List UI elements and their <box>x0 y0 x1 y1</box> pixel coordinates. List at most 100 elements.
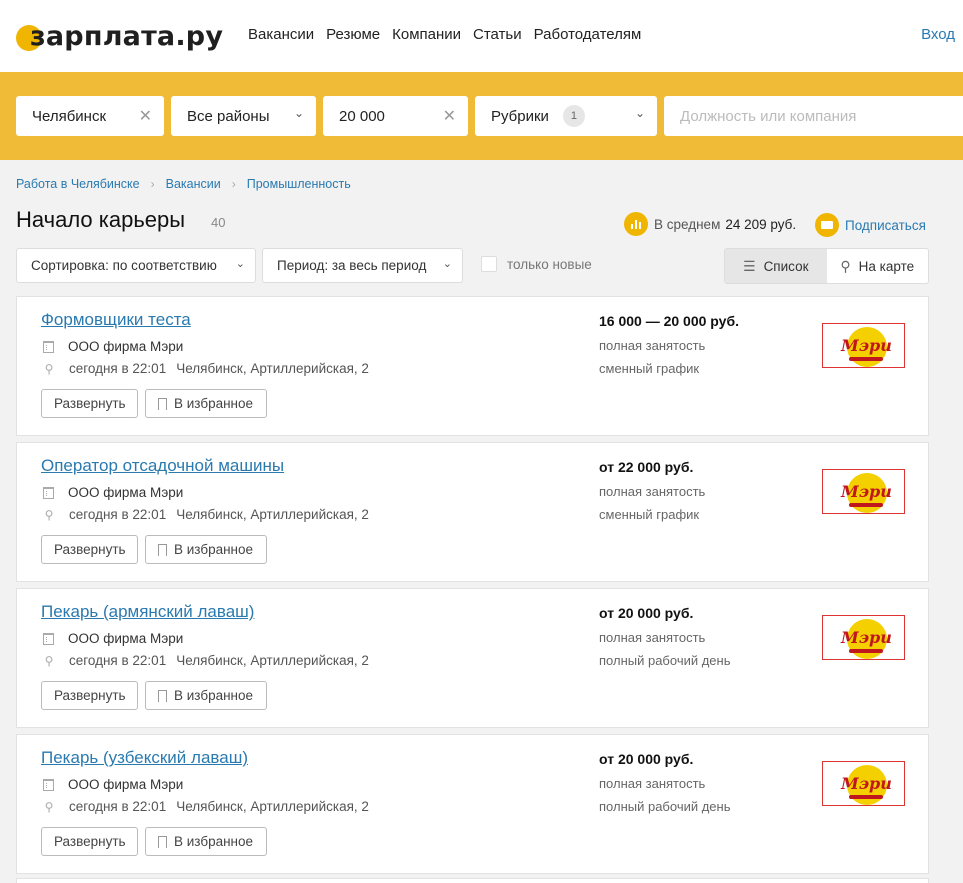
company-name[interactable]: ООО фирма Мэри <box>43 777 183 792</box>
average-value: 24 209 руб. <box>725 216 797 232</box>
chevron-down-icon: ⌄ <box>293 106 304 120</box>
login-link[interactable]: Вход <box>921 26 955 43</box>
only-new-label: только новые <box>507 256 592 272</box>
posted-time: сегодня в 22:01 <box>69 799 167 814</box>
clear-salary-icon[interactable]: ✕ <box>443 106 456 126</box>
average-salary: В среднем 24 209 руб. <box>624 212 796 236</box>
rubrics-count-badge: 1 <box>562 105 585 127</box>
site-logo[interactable]: зарплата.ру <box>16 20 223 52</box>
favorite-button[interactable]: В избранное <box>145 827 267 856</box>
city-value: Челябинск <box>32 107 107 125</box>
logo-text: зарплата.ру <box>30 20 224 52</box>
nav-resumes[interactable]: Резюме <box>326 26 380 43</box>
vacancy-title-link[interactable]: Оператор отсадочной машины <box>41 456 284 476</box>
breadcrumb-item[interactable]: Работа в Челябинске <box>16 177 140 191</box>
vacancy-meta: ⚲ сегодня в 22:01 Челябинск, Артиллерийска… <box>43 507 369 522</box>
expand-button[interactable]: Развернуть <box>41 535 138 564</box>
employment-type: полная занятость <box>599 484 706 499</box>
nav-companies[interactable]: Компании <box>392 26 461 43</box>
address: Челябинск, Артиллерийская, 2 <box>176 799 369 814</box>
sort-value: Сортировка: по соответствию <box>31 258 217 273</box>
company-label: ООО фирма Мэри <box>68 485 184 500</box>
view-map-label: На карте <box>858 258 915 274</box>
average-label: В среднем <box>654 216 721 232</box>
posted-time: сегодня в 22:01 <box>69 507 167 522</box>
sort-select[interactable]: Сортировка: по соответствию ⌄ <box>16 248 256 283</box>
only-new-checkbox[interactable]: только новые <box>481 256 592 272</box>
vacancy-meta: ⚲ сегодня в 22:01 Челябинск, Артиллерийска… <box>43 361 369 376</box>
vacancy-card: Пекарь (узбекский лаваш) ООО фирма Мэри … <box>16 734 929 874</box>
company-label: ООО фирма Мэри <box>68 777 184 792</box>
address: Челябинск, Артиллерийская, 2 <box>176 361 369 376</box>
logo-word: Мэри <box>841 336 892 355</box>
company-logo[interactable]: Мэри <box>822 323 905 368</box>
work-schedule: сменный график <box>599 507 700 522</box>
nav-articles[interactable]: Статьи <box>473 26 522 43</box>
expand-button[interactable]: Развернуть <box>41 389 138 418</box>
map-pin-icon: ⚲ <box>44 507 54 522</box>
salary-field[interactable]: 20 000 ✕ <box>323 96 468 136</box>
chevron-right-icon: › <box>150 177 155 191</box>
company-label: ООО фирма Мэри <box>68 339 184 354</box>
work-schedule: полный рабочий день <box>599 799 731 814</box>
bookmark-icon <box>158 543 167 556</box>
salary: от 22 000 руб. <box>599 459 694 475</box>
view-list-label: Список <box>763 258 809 274</box>
vacancy-title-link[interactable]: Пекарь (армянский лаваш) <box>41 602 254 622</box>
view-map-button[interactable]: ⚲ На карте <box>827 249 929 283</box>
breadcrumb-item[interactable]: Промышленность <box>247 177 351 191</box>
vacancy-meta: ⚲ сегодня в 22:01 Челябинск, Артиллерийска… <box>43 653 369 668</box>
favorite-button[interactable]: В избранное <box>145 389 267 418</box>
company-name[interactable]: ООО фирма Мэри <box>43 485 183 500</box>
company-name[interactable]: ООО фирма Мэри <box>43 631 183 646</box>
employment-type: полная занятость <box>599 776 706 791</box>
query-input[interactable] <box>680 107 963 125</box>
city-field[interactable]: Челябинск ✕ <box>16 96 164 136</box>
posted-time: сегодня в 22:01 <box>69 653 167 668</box>
favorite-label: В избранное <box>174 688 254 703</box>
nav-employers[interactable]: Работодателям <box>534 26 642 43</box>
vacancy-title-link[interactable]: Пекарь (узбекский лаваш) <box>41 748 248 768</box>
main-nav: Вакансии Резюме Компании Статьи Работода… <box>248 26 641 43</box>
nav-vacancies[interactable]: Вакансии <box>248 26 314 43</box>
district-value: Все районы <box>187 107 270 125</box>
favorite-label: В избранное <box>174 834 254 849</box>
company-logo[interactable]: Мэри <box>822 615 905 660</box>
company-logo[interactable]: Мэри <box>822 761 905 806</box>
favorite-button[interactable]: В избранное <box>145 681 267 710</box>
employment-type: полная занятость <box>599 338 706 353</box>
district-select[interactable]: Все районы ⌄ <box>171 96 316 136</box>
vacancy-meta: ⚲ сегодня в 22:01 Челябинск, Артиллерийска… <box>43 799 369 814</box>
view-toggle: ☰ Список ⚲ На карте <box>724 248 929 284</box>
breadcrumb: Работа в Челябинске › Вакансии › Промышл… <box>16 177 351 191</box>
salary-value: 20 000 <box>339 107 385 125</box>
top-header: зарплата.ру Вакансии Резюме Компании Ста… <box>0 0 963 72</box>
results-count: 40 <box>211 215 226 230</box>
map-pin-icon: ⚲ <box>44 653 54 668</box>
work-schedule: полный рабочий день <box>599 653 731 668</box>
company-logo[interactable]: Мэри <box>822 469 905 514</box>
favorite-label: В избранное <box>174 396 254 411</box>
favorite-label: В избранное <box>174 542 254 557</box>
building-icon <box>43 340 54 353</box>
expand-button[interactable]: Развернуть <box>41 827 138 856</box>
bar-chart-icon <box>624 212 648 236</box>
vacancy-card-partial <box>16 878 929 883</box>
favorite-button[interactable]: В избранное <box>145 535 267 564</box>
rubrics-select[interactable]: Рубрики 1 ⌄ <box>475 96 657 136</box>
breadcrumb-item[interactable]: Вакансии <box>166 177 221 191</box>
period-select[interactable]: Период: за весь период ⌄ <box>262 248 463 283</box>
posted-time: сегодня в 22:01 <box>69 361 167 376</box>
checkbox-box[interactable] <box>481 256 497 272</box>
building-icon <box>43 778 54 791</box>
map-pin-icon: ⚲ <box>840 257 851 274</box>
view-list-button[interactable]: ☰ Список <box>725 249 827 283</box>
address: Челябинск, Артиллерийская, 2 <box>176 653 369 668</box>
vacancy-title-link[interactable]: Формовщики теста <box>41 310 191 330</box>
chevron-down-icon: ⌄ <box>235 258 245 270</box>
expand-button[interactable]: Развернуть <box>41 681 138 710</box>
company-name[interactable]: ООО фирма Мэри <box>43 339 183 354</box>
building-icon <box>43 486 54 499</box>
subscribe-link[interactable]: Подписаться <box>815 213 926 237</box>
clear-city-icon[interactable]: ✕ <box>139 106 152 126</box>
